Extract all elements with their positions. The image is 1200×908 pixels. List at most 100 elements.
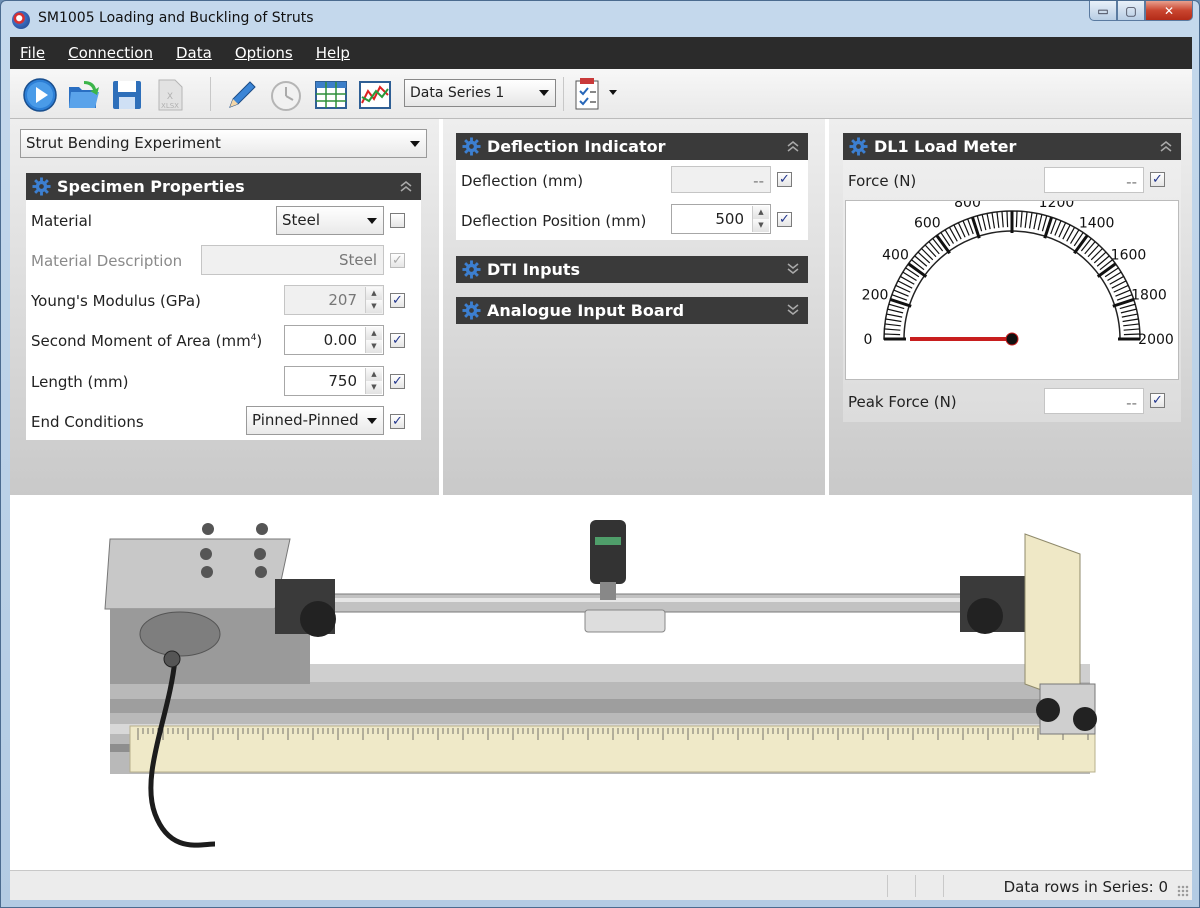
deflection-position-label: Deflection Position (mm)	[461, 212, 647, 230]
table-icon[interactable]	[313, 77, 349, 113]
deflection-label: Deflection (mm)	[461, 172, 584, 190]
status-separator	[887, 875, 888, 897]
gauge-tick-label: 800	[954, 201, 981, 211]
chevron-down-icon	[539, 90, 549, 96]
chart-icon[interactable]	[357, 77, 393, 113]
menu-help[interactable]: Help	[316, 44, 350, 62]
peak-force-checkbox[interactable]: ✓	[1150, 393, 1165, 408]
load-gauge: 0 200 400 600 800 1000 1200 1400 1600 1800 2000	[845, 188, 1179, 380]
deflection-position-checkbox[interactable]: ✓	[777, 212, 792, 227]
second-moment-stepper[interactable]: ▲ ▼	[365, 327, 382, 353]
menu-file[interactable]: File	[20, 44, 45, 62]
force-checkbox[interactable]: ✓	[1150, 172, 1165, 187]
gauge-minor-tick	[1006, 211, 1009, 228]
spin-up-icon[interactable]: ▲	[366, 287, 382, 300]
gear-icon	[462, 301, 481, 320]
end-conditions-select[interactable]: Pinned-Pinned	[246, 406, 384, 435]
length-field[interactable]: 750 ▲ ▼	[284, 366, 384, 396]
collapse-chevron-icon[interactable]	[786, 139, 800, 153]
report-icon[interactable]	[570, 77, 606, 113]
collapse-chevron-icon[interactable]	[1159, 139, 1173, 153]
deflection-indicator-title: Deflection Indicator	[487, 137, 666, 156]
status-bar: Data rows in Series: 0	[10, 870, 1192, 900]
export-xlsx-icon[interactable]: X XLSX	[152, 77, 188, 113]
pencil-icon[interactable]	[224, 77, 260, 113]
dti-inputs-header[interactable]: DTI Inputs	[456, 256, 808, 283]
clock-icon[interactable]	[268, 77, 304, 113]
right-panel: DL1 Load Meter Force (N) -- ✓ 0 200 400 600…	[829, 119, 1192, 495]
youngs-modulus-value: 207	[328, 291, 357, 309]
spin-up-icon[interactable]: ▲	[753, 206, 769, 219]
length-label: Length (mm)	[31, 373, 129, 391]
gauge-tick-label: 400	[882, 247, 909, 263]
gauge-tick-label: 1800	[1131, 288, 1167, 304]
material-description-checkbox: ✓	[390, 253, 405, 268]
menu-connection[interactable]: Connection	[68, 44, 153, 62]
dti-inputs-title: DTI Inputs	[487, 260, 581, 279]
end-conditions-checkbox[interactable]: ✓	[390, 414, 405, 429]
resize-grip-icon[interactable]	[1177, 885, 1189, 897]
spin-up-icon[interactable]: ▲	[366, 327, 382, 340]
minimize-button[interactable]: ▭	[1089, 1, 1117, 21]
menu-options[interactable]: Options	[235, 44, 293, 62]
open-folder-icon[interactable]	[66, 77, 102, 113]
play-icon[interactable]	[22, 77, 58, 113]
status-separator	[943, 875, 944, 897]
load-meter-title: DL1 Load Meter	[874, 137, 1017, 156]
gauge-svg: 0 200 400 600 800 1000 1200 1400 1600 1800 2000	[862, 188, 1174, 348]
length-value: 750	[328, 372, 357, 390]
length-stepper[interactable]: ▲ ▼	[365, 368, 382, 394]
spin-down-icon[interactable]: ▼	[366, 340, 382, 353]
specimen-properties-header[interactable]: Specimen Properties	[26, 173, 421, 200]
main-content: Strut Bending Experiment Specimen Proper…	[10, 119, 1192, 899]
spin-down-icon[interactable]: ▼	[753, 219, 769, 232]
spin-down-icon[interactable]: ▼	[366, 381, 382, 394]
gauge-tick-label: 200	[862, 288, 889, 304]
expand-chevron-icon[interactable]	[786, 262, 800, 276]
load-meter-header[interactable]: DL1 Load Meter	[843, 133, 1181, 160]
length-checkbox[interactable]: ✓	[390, 374, 405, 389]
spin-down-icon[interactable]: ▼	[366, 300, 382, 313]
app-window: SM1005 Loading and Buckling of Struts ▭ …	[0, 0, 1200, 908]
gauge-minor-tick	[1015, 211, 1018, 228]
deflection-checkbox[interactable]: ✓	[777, 172, 792, 187]
material-checkbox[interactable]	[390, 213, 405, 228]
deflection-position-stepper[interactable]: ▲ ▼	[752, 206, 769, 232]
specimen-properties-title: Specimen Properties	[57, 177, 245, 196]
collapse-chevron-icon[interactable]	[399, 179, 413, 193]
chevron-down-icon	[367, 418, 377, 424]
window-title: SM1005 Loading and Buckling of Struts	[38, 10, 314, 26]
peak-force-field: --	[1044, 388, 1144, 414]
panel-divider	[10, 495, 1192, 499]
material-value: Steel	[282, 211, 321, 229]
analogue-input-header[interactable]: Analogue Input Board	[456, 297, 808, 324]
end-conditions-label: End Conditions	[31, 413, 144, 431]
status-separator	[915, 875, 916, 897]
second-moment-label: Second Moment of Area (mm4)	[31, 332, 263, 350]
gauge-tick-label: 600	[914, 216, 941, 232]
spin-up-icon[interactable]: ▲	[366, 368, 382, 381]
close-button[interactable]: ✕	[1145, 1, 1193, 21]
experiment-select[interactable]: Strut Bending Experiment	[20, 129, 427, 158]
material-select[interactable]: Steel	[276, 206, 384, 235]
end-conditions-value: Pinned-Pinned	[252, 411, 359, 429]
deflection-position-field[interactable]: 500 ▲ ▼	[671, 204, 771, 234]
youngs-modulus-checkbox[interactable]: ✓	[390, 293, 405, 308]
toolbar: X XLSX Data Series 1	[10, 69, 1192, 119]
expand-chevron-icon[interactable]	[786, 303, 800, 317]
data-series-select[interactable]: Data Series 1	[404, 79, 556, 107]
middle-panel: Deflection Indicator Deflection (mm) -- …	[443, 119, 825, 495]
maximize-button[interactable]: ▢	[1117, 1, 1145, 21]
youngs-modulus-field[interactable]: 207 ▲ ▼	[284, 285, 384, 315]
save-icon[interactable]	[109, 77, 145, 113]
specimen-properties-body: Material Steel Material Description Stee…	[26, 200, 421, 440]
menu-data[interactable]: Data	[176, 44, 212, 62]
second-moment-field[interactable]: 0.00 ▲ ▼	[284, 325, 384, 355]
force-label: Force (N)	[848, 172, 917, 190]
deflection-indicator-header[interactable]: Deflection Indicator	[456, 133, 808, 160]
gear-icon	[849, 137, 868, 156]
report-dropdown-icon[interactable]	[608, 89, 618, 97]
youngs-modulus-stepper[interactable]: ▲ ▼	[365, 287, 382, 313]
second-moment-checkbox[interactable]: ✓	[390, 333, 405, 348]
youngs-modulus-label: Young's Modulus (GPa)	[31, 292, 201, 310]
